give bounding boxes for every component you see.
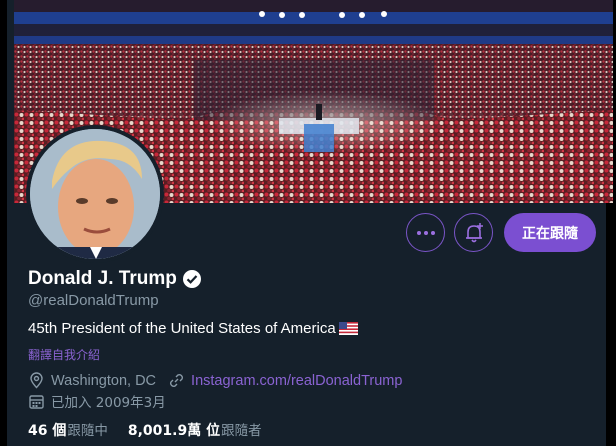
website-link[interactable]: Instagram.com/realDonaldTrump [191, 373, 402, 389]
name-row: Donald J. Trump [28, 268, 202, 290]
more-icon [416, 230, 435, 235]
calendar-icon [29, 394, 44, 409]
verified-badge-icon [182, 270, 201, 288]
bio-text: 45th President of the United States of A… [28, 320, 336, 337]
following-label: 跟隨中 [67, 423, 108, 439]
location-text: Washington, DC [51, 372, 157, 389]
bio: 45th President of the United States of A… [28, 320, 358, 337]
followers-stat[interactable]: 8,001.9萬 位跟隨者 [128, 419, 262, 440]
display-name: Donald J. Trump [28, 268, 177, 289]
following-stat[interactable]: 46 個跟隨中 [28, 419, 108, 440]
notifications-button[interactable] [454, 213, 493, 252]
more-options-button[interactable] [406, 213, 445, 252]
follow-stats: 46 個跟隨中 8,001.9萬 位跟隨者 [28, 419, 262, 440]
link-icon [170, 374, 184, 387]
followers-count: 8,001.9萬 位 [127, 423, 221, 439]
following-button[interactable]: 正在跟隨 [504, 213, 596, 252]
followers-label: 跟隨者 [221, 423, 262, 439]
profile-page: 正在跟隨 Donald J. Trump @realDonaldTrump 45… [0, 0, 616, 446]
profile-avatar[interactable] [26, 125, 164, 263]
location-icon [30, 372, 43, 389]
translate-bio-link[interactable]: 翻譯自我介紹 [28, 346, 100, 363]
user-handle: @realDonaldTrump [28, 292, 159, 309]
joined-date: 已加入 2009年3月 [51, 395, 166, 411]
us-flag-icon [338, 322, 358, 335]
profile-meta-row: Washington, DC Instagram.com/realDonaldT… [28, 372, 402, 389]
joined-row: 已加入 2009年3月 [28, 391, 166, 411]
bell-plus-icon [465, 222, 483, 242]
following-count: 46 個 [28, 423, 67, 439]
